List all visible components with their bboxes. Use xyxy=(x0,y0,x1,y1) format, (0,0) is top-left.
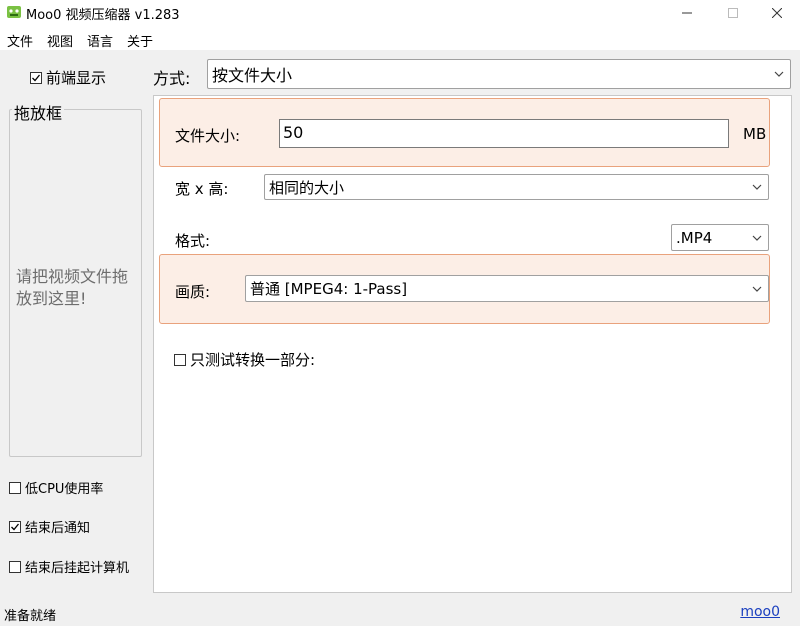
checkbox-box xyxy=(9,560,21,573)
low-cpu-label: 低CPU使用率 xyxy=(25,482,104,497)
chevron-down-icon xyxy=(752,184,762,190)
hibernate-when-done-checkbox[interactable]: 结束后挂起计算机 xyxy=(9,557,129,576)
method-dropdown[interactable]: 按文件大小 xyxy=(207,59,791,89)
app-icon xyxy=(7,6,21,18)
file-size-label: 文件大小: xyxy=(175,127,241,145)
format-label: 格式: xyxy=(175,232,211,250)
test-part-checkbox[interactable]: 只测试转换一部分: xyxy=(174,349,315,370)
method-value: 按文件大小 xyxy=(212,66,293,85)
status-bar: 准备就绪 moo0 xyxy=(0,600,800,626)
chevron-down-icon xyxy=(774,71,784,77)
drop-box-title: 拖放框 xyxy=(12,100,65,124)
checkbox-box xyxy=(30,71,42,84)
minimize-button[interactable] xyxy=(664,0,710,26)
chevron-down-icon xyxy=(752,235,762,241)
settings-panel xyxy=(153,95,792,593)
drop-hint: 请把视频文件拖放到这里! xyxy=(16,267,129,308)
menu-bar: 文件 视图 语言 关于 xyxy=(0,26,800,50)
menu-view[interactable]: 视图 xyxy=(47,31,73,50)
dimensions-value: 相同的大小 xyxy=(269,178,345,197)
always-on-top-label: 前端显示 xyxy=(46,69,107,87)
menu-about[interactable]: 关于 xyxy=(127,31,153,50)
format-dropdown[interactable]: .MP4 xyxy=(671,224,769,251)
dimensions-label: 宽 x 高: xyxy=(175,180,229,198)
title-bar: Moo0 视频压缩器 v1.283 xyxy=(0,0,800,26)
always-on-top-checkbox[interactable]: 前端显示 xyxy=(30,67,106,88)
checkbox-box xyxy=(9,520,21,533)
test-part-label: 只测试转换一部分: xyxy=(190,351,316,369)
maximize-button[interactable] xyxy=(710,0,756,26)
notify-when-done-label: 结束后通知 xyxy=(25,521,91,536)
method-label: 方式: xyxy=(153,69,191,88)
moo0-link[interactable]: moo0 xyxy=(740,604,780,620)
hibernate-when-done-label: 结束后挂起计算机 xyxy=(25,561,130,576)
minimize-icon xyxy=(682,12,692,14)
close-button[interactable] xyxy=(754,0,800,26)
checkbox-box xyxy=(174,353,186,366)
file-size-input[interactable]: 50 xyxy=(279,119,729,148)
menu-language[interactable]: 语言 xyxy=(87,31,113,50)
quality-label: 画质: xyxy=(175,283,211,301)
close-icon xyxy=(772,8,782,18)
checkmark-icon xyxy=(32,74,41,81)
low-cpu-checkbox[interactable]: 低CPU使用率 xyxy=(9,478,103,497)
quality-value: 普通 [MPEG4: 1-Pass] xyxy=(250,280,408,298)
chevron-down-icon xyxy=(752,286,762,292)
maximize-icon xyxy=(728,8,738,18)
notify-when-done-checkbox[interactable]: 结束后通知 xyxy=(9,517,90,536)
checkbox-box xyxy=(9,481,21,494)
quality-dropdown[interactable]: 普通 [MPEG4: 1-Pass] xyxy=(245,275,769,302)
checkmark-icon xyxy=(11,523,20,530)
menu-file[interactable]: 文件 xyxy=(7,31,33,50)
file-size-unit: MB xyxy=(743,125,767,143)
status-text: 准备就绪 xyxy=(4,609,57,624)
dimensions-dropdown[interactable]: 相同的大小 xyxy=(264,174,769,200)
window-title: Moo0 视频压缩器 v1.283 xyxy=(26,8,180,23)
format-value: .MP4 xyxy=(676,228,713,247)
